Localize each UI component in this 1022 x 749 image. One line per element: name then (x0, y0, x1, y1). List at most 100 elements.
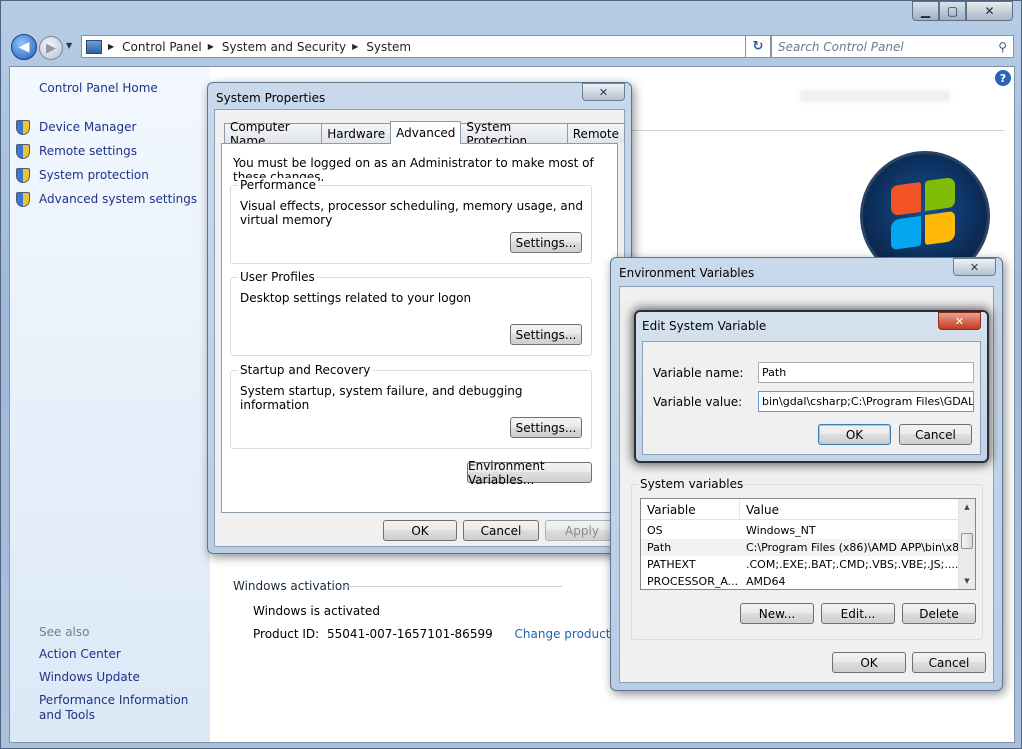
sidebar-item-device-manager[interactable]: Device Manager (16, 115, 197, 139)
edit-variable-button[interactable]: Edit... (821, 603, 895, 624)
apply-button[interactable]: Apply (545, 520, 619, 541)
user-profiles-group: User Profiles Desktop settings related t… (230, 270, 592, 356)
list-item[interactable]: Path C:\Program Files (x86)\AMD APP\bin\… (641, 539, 959, 556)
cancel-button[interactable]: Cancel (912, 652, 986, 673)
column-header-value[interactable]: Value (740, 499, 959, 520)
variable-name-field[interactable]: Path (758, 362, 974, 383)
see-also-links: Action Center Windows Update Performance… (39, 647, 209, 731)
startup-recovery-settings-button[interactable]: Settings... (510, 417, 582, 438)
help-icon[interactable]: ? (995, 70, 1011, 86)
system-variables-list[interactable]: Variable Value OS Windows_NT Path C:\Pro… (640, 498, 976, 590)
activation-status: Windows is activated (253, 604, 380, 618)
variable-value-label: Variable value: (653, 395, 743, 409)
tab-advanced[interactable]: Advanced (390, 121, 462, 144)
group-description: Desktop settings related to your logon (240, 291, 472, 305)
variable-value-field[interactable]: bin\gdal\csharp;C:\Program Files\GDAL\bi… (758, 391, 974, 412)
cancel-button[interactable]: Cancel (463, 520, 539, 541)
close-icon[interactable]: ✕ (953, 258, 996, 276)
close-window-button[interactable]: ✕ (966, 1, 1013, 21)
performance-group: Performance Visual effects, processor sc… (230, 178, 592, 264)
action-center-link[interactable]: Action Center (39, 647, 209, 662)
variable-cell: Path (647, 541, 672, 554)
system-variables-heading: System variables (638, 477, 746, 491)
group-title: User Profiles (238, 270, 317, 284)
breadcrumb-system-and-security[interactable]: System and Security (222, 40, 346, 54)
scroll-up-icon[interactable]: ▲ (959, 499, 975, 515)
vertical-scrollbar[interactable]: ▲ ▼ (958, 499, 975, 589)
breadcrumb-separator-icon[interactable]: ▶ (108, 42, 114, 51)
variable-cell: OS (647, 524, 663, 537)
dialog-body: Computer Name Hardware Advanced System P… (214, 109, 625, 547)
column-header-variable[interactable]: Variable (641, 499, 740, 520)
list-item[interactable]: OS Windows_NT (641, 522, 959, 539)
tab-hardware[interactable]: Hardware (321, 123, 392, 143)
sidebar-item-system-protection[interactable]: System protection (16, 163, 197, 187)
group-description: Visual effects, processor scheduling, me… (240, 199, 584, 227)
blurred-heading-shadow (800, 90, 950, 102)
sidebar-item-label: Device Manager (39, 120, 137, 134)
group-description: System startup, system failure, and debu… (240, 384, 523, 412)
close-icon[interactable]: ✕ (582, 83, 625, 101)
sidebar-item-label: Advanced system settings (39, 192, 198, 206)
control-panel-icon (86, 39, 102, 54)
tab-computer-name[interactable]: Computer Name (224, 120, 323, 148)
windows-update-link[interactable]: Windows Update (39, 670, 209, 685)
left-task-pane: Control Panel Home Device Manager Remote… (10, 67, 210, 742)
breadcrumb-separator-icon[interactable]: ▶ (208, 42, 214, 51)
delete-variable-button[interactable]: Delete (902, 603, 976, 624)
list-item[interactable]: PROCESSOR_A... AMD64 (641, 573, 959, 589)
product-id-label: Product ID: (253, 627, 320, 641)
variable-cell: PATHEXT (647, 558, 696, 571)
divider (630, 130, 1004, 131)
ok-button[interactable]: OK (383, 520, 457, 541)
dialog-title: System Properties (216, 91, 326, 105)
edit-system-variable-dialog: Edit System Variable ✕ Variable name: Pa… (634, 310, 989, 463)
list-item[interactable]: PATHEXT .COM;.EXE;.BAT;.CMD;.VBS;.VBE;.J… (641, 556, 959, 573)
ok-button[interactable]: OK (818, 424, 891, 445)
sidebar-item-remote-settings[interactable]: Remote settings (16, 139, 197, 163)
performance-settings-button[interactable]: Settings... (510, 232, 582, 253)
ok-button[interactable]: OK (832, 652, 906, 673)
startup-recovery-group: Startup and Recovery System startup, sys… (230, 363, 592, 449)
close-icon[interactable]: ✕ (938, 312, 981, 330)
sidebar-item-label: System protection (39, 168, 149, 182)
list-rows: OS Windows_NT Path C:\Program Files (x86… (641, 522, 959, 589)
scroll-thumb[interactable] (961, 533, 973, 549)
forward-arrow-icon[interactable]: ▶ (39, 36, 63, 60)
tab-system-protection[interactable]: System Protection (460, 120, 568, 148)
breadcrumb-separator-icon[interactable]: ▶ (352, 42, 358, 51)
value-cell: Windows_NT (746, 524, 816, 537)
system-properties-dialog: System Properties ✕ Computer Name Hardwa… (207, 82, 632, 554)
shield-icon (16, 143, 30, 159)
maximize-button[interactable]: ▢ (939, 1, 966, 21)
back-arrow-icon[interactable]: ◀ (11, 34, 37, 60)
minimize-button[interactable]: ▁ (912, 1, 939, 21)
list-header: Variable Value (641, 499, 959, 520)
performance-information-link[interactable]: Performance Information and Tools (39, 693, 209, 723)
recent-pages-dropdown-icon[interactable]: ▼ (66, 41, 72, 50)
shield-icon (16, 167, 30, 183)
breadcrumb-control-panel[interactable]: Control Panel (122, 40, 202, 54)
user-profiles-settings-button[interactable]: Settings... (510, 324, 582, 345)
variable-cell: PROCESSOR_A... (647, 575, 739, 588)
sidebar-item-advanced-system-settings[interactable]: Advanced system settings (16, 187, 197, 211)
cancel-button[interactable]: Cancel (899, 424, 972, 445)
shield-icon (16, 119, 30, 135)
control-panel-home-link[interactable]: Control Panel Home (39, 81, 158, 95)
value-cell: C:\Program Files (x86)\AMD APP\bin\x8... (746, 541, 959, 554)
new-variable-button[interactable]: New... (740, 603, 814, 624)
value-cell: .COM;.EXE;.BAT;.CMD;.VBS;.VBE;.JS;.... (746, 558, 959, 571)
divider (342, 586, 562, 587)
dialog-title: Edit System Variable (642, 319, 767, 333)
breadcrumb-system[interactable]: System (366, 40, 411, 54)
environment-variables-button[interactable]: Environment Variables... (467, 459, 592, 487)
search-icon[interactable]: ⚲ (998, 40, 1007, 54)
scroll-down-icon[interactable]: ▼ (959, 573, 975, 589)
value-cell: AMD64 (746, 575, 786, 588)
tab-strip: Computer Name Hardware Advanced System P… (224, 120, 625, 148)
see-also-heading: See also (39, 625, 90, 639)
tab-remote[interactable]: Remote (566, 123, 625, 143)
address-bar[interactable]: ▶ Control Panel ▶ System and Security ▶ … (81, 35, 773, 58)
refresh-icon[interactable]: ↻ (745, 35, 771, 58)
search-input[interactable]: Search Control Panel ⚲ (771, 35, 1014, 58)
